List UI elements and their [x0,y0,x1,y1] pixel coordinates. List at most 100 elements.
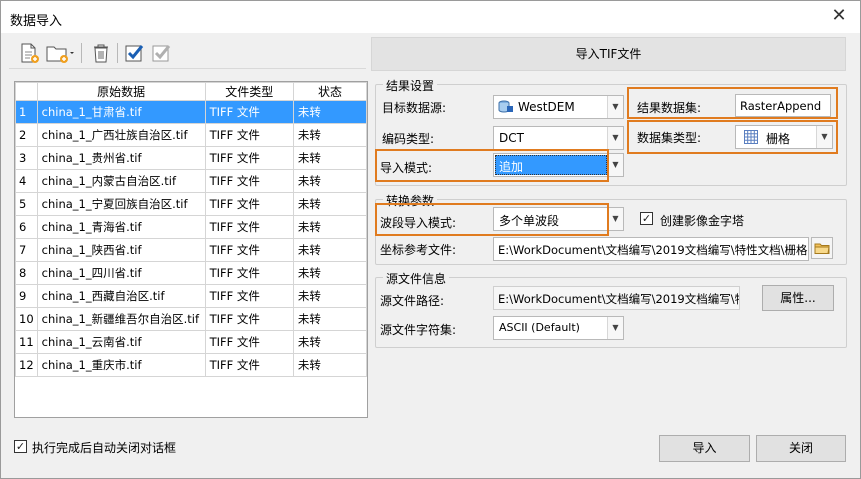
charset-combo[interactable]: ASCII (Default) ▼ [493,316,624,340]
chevron-down-icon[interactable]: ▼ [607,96,623,118]
table-row[interactable]: 10 china_1_新疆维吾尔自治区.tif TIFF 文件 未转 [15,307,368,331]
crs-file-label: 坐标参考文件: [380,243,457,257]
row-file-type: TIFF 文件 [204,261,294,285]
file-grid[interactable]: 原始数据 文件类型 状态 1 china_1_甘肃省.tif TIFF 文件 未转 2 c… [14,81,368,418]
toolbar [9,37,366,69]
row-index: 8 [15,261,38,285]
table-row[interactable]: 4 china_1_内蒙古自治区.tif TIFF 文件 未转 [15,169,368,193]
result-settings-legend: 结果设置 [383,77,438,94]
chevron-down-icon[interactable]: ▼ [607,208,623,230]
chevron-down-icon[interactable]: ▼ [607,154,623,176]
col-type[interactable]: 文件类型 [204,82,294,101]
import-dialog: 数据导入 ✕ 导入TIF文件 原始数据 文件类型 状态 1 china_1_甘肃… [0,0,861,479]
toolbar-separator [81,43,82,63]
row-status: 未转 [292,353,368,377]
auto-close-label: 执行完成后自动关闭对话框 [32,441,177,455]
encoding-label: 编码类型: [382,132,435,146]
row-status: 未转 [292,100,368,124]
header-title: 导入TIF文件 [575,47,642,61]
row-status: 未转 [292,330,368,354]
table-row[interactable]: 3 china_1_贵州省.tif TIFF 文件 未转 [15,146,368,170]
row-index: 11 [15,330,38,354]
row-source-file: china_1_重庆市.tif [36,353,206,377]
row-status: 未转 [292,307,368,331]
row-index: 2 [15,123,38,147]
row-source-file: china_1_青海省.tif [36,215,206,239]
row-source-file: china_1_宁夏回族自治区.tif [36,192,206,216]
row-file-type: TIFF 文件 [204,100,294,124]
toolbar-separator [117,43,118,63]
row-source-file: china_1_云南省.tif [36,330,206,354]
pyramid-label: 创建影像金字塔 [660,214,745,228]
row-file-type: TIFF 文件 [204,238,294,262]
close-button[interactable]: 关闭 [756,435,846,462]
encoding-combo[interactable]: DCT ▼ [493,126,624,150]
charset-label: 源文件字符集: [380,323,457,337]
row-file-type: TIFF 文件 [204,307,294,331]
col-source[interactable]: 原始数据 [36,82,206,101]
delete-icon[interactable] [89,41,113,65]
col-index [15,82,38,101]
row-index: 9 [15,284,38,308]
table-row[interactable]: 7 china_1_陕西省.tif TIFF 文件 未转 [15,238,368,262]
highlight-band-mode [375,203,609,236]
table-row[interactable]: 2 china_1_广西壮族自治区.tif TIFF 文件 未转 [15,123,368,147]
row-status: 未转 [292,146,368,170]
highlight-import-mode [375,149,609,182]
row-status: 未转 [292,215,368,239]
select-all-icon[interactable] [123,41,147,65]
row-index: 10 [15,307,38,331]
row-file-type: TIFF 文件 [204,330,294,354]
crs-file-input[interactable]: E:\WorkDocument\文档编写\2019文档编写\特性文档\栅格追 [493,237,809,261]
row-status: 未转 [292,284,368,308]
row-file-type: TIFF 文件 [204,169,294,193]
row-source-file: china_1_四川省.tif [36,261,206,285]
chevron-down-icon[interactable]: ▼ [607,317,623,339]
highlight-dataset-type [627,120,838,154]
row-source-file: china_1_内蒙古自治区.tif [36,169,206,193]
table-row[interactable]: 1 china_1_甘肃省.tif TIFF 文件 未转 [15,100,368,124]
row-file-type: TIFF 文件 [204,284,294,308]
browse-folder-icon[interactable] [811,237,833,259]
row-index: 7 [15,238,38,262]
row-index: 12 [15,353,38,377]
row-index: 6 [15,215,38,239]
row-status: 未转 [292,169,368,193]
row-source-file: china_1_甘肃省.tif [36,100,206,124]
row-file-type: TIFF 文件 [204,146,294,170]
auto-close-checkbox[interactable]: ✓ [14,440,27,453]
row-index: 3 [15,146,38,170]
encoding-value: DCT [499,131,524,145]
header-bar: 导入TIF文件 [371,37,846,71]
invert-selection-icon[interactable] [150,41,174,65]
source-info-legend: 源文件信息 [383,270,450,287]
close-icon[interactable]: ✕ [828,5,850,27]
col-status[interactable]: 状态 [292,82,368,101]
row-status: 未转 [292,261,368,285]
import-button[interactable]: 导入 [659,435,750,462]
chevron-down-icon[interactable]: ▼ [607,127,623,149]
table-row[interactable]: 9 china_1_西藏自治区.tif TIFF 文件 未转 [15,284,368,308]
row-file-type: TIFF 文件 [204,215,294,239]
target-source-combo[interactable]: WestDEM ▼ [493,95,624,119]
row-source-file: china_1_西藏自治区.tif [36,284,206,308]
row-source-file: china_1_新疆维吾尔自治区.tif [36,307,206,331]
add-file-icon[interactable] [17,41,41,65]
row-source-file: china_1_陕西省.tif [36,238,206,262]
pyramid-checkbox[interactable]: ✓ [640,212,653,225]
properties-button[interactable]: 属性... [762,285,834,311]
row-index: 1 [15,100,38,124]
table-row[interactable]: 8 china_1_四川省.tif TIFF 文件 未转 [15,261,368,285]
datasource-icon [498,100,514,117]
source-path-input[interactable]: E:\WorkDocument\文档编写\2019文档编写\特性 [493,286,740,310]
table-row[interactable]: 11 china_1_云南省.tif TIFF 文件 未转 [15,330,368,354]
table-row[interactable]: 5 china_1_宁夏回族自治区.tif TIFF 文件 未转 [15,192,368,216]
row-source-file: china_1_广西壮族自治区.tif [36,123,206,147]
row-source-file: china_1_贵州省.tif [36,146,206,170]
target-source-value: WestDEM [518,100,575,114]
table-row[interactable]: 12 china_1_重庆市.tif TIFF 文件 未转 [15,353,368,377]
title-bar: 数据导入 ✕ [1,1,860,33]
source-path-label: 源文件路径: [380,294,445,308]
table-row[interactable]: 6 china_1_青海省.tif TIFF 文件 未转 [15,215,368,239]
add-folder-icon[interactable] [45,41,75,65]
